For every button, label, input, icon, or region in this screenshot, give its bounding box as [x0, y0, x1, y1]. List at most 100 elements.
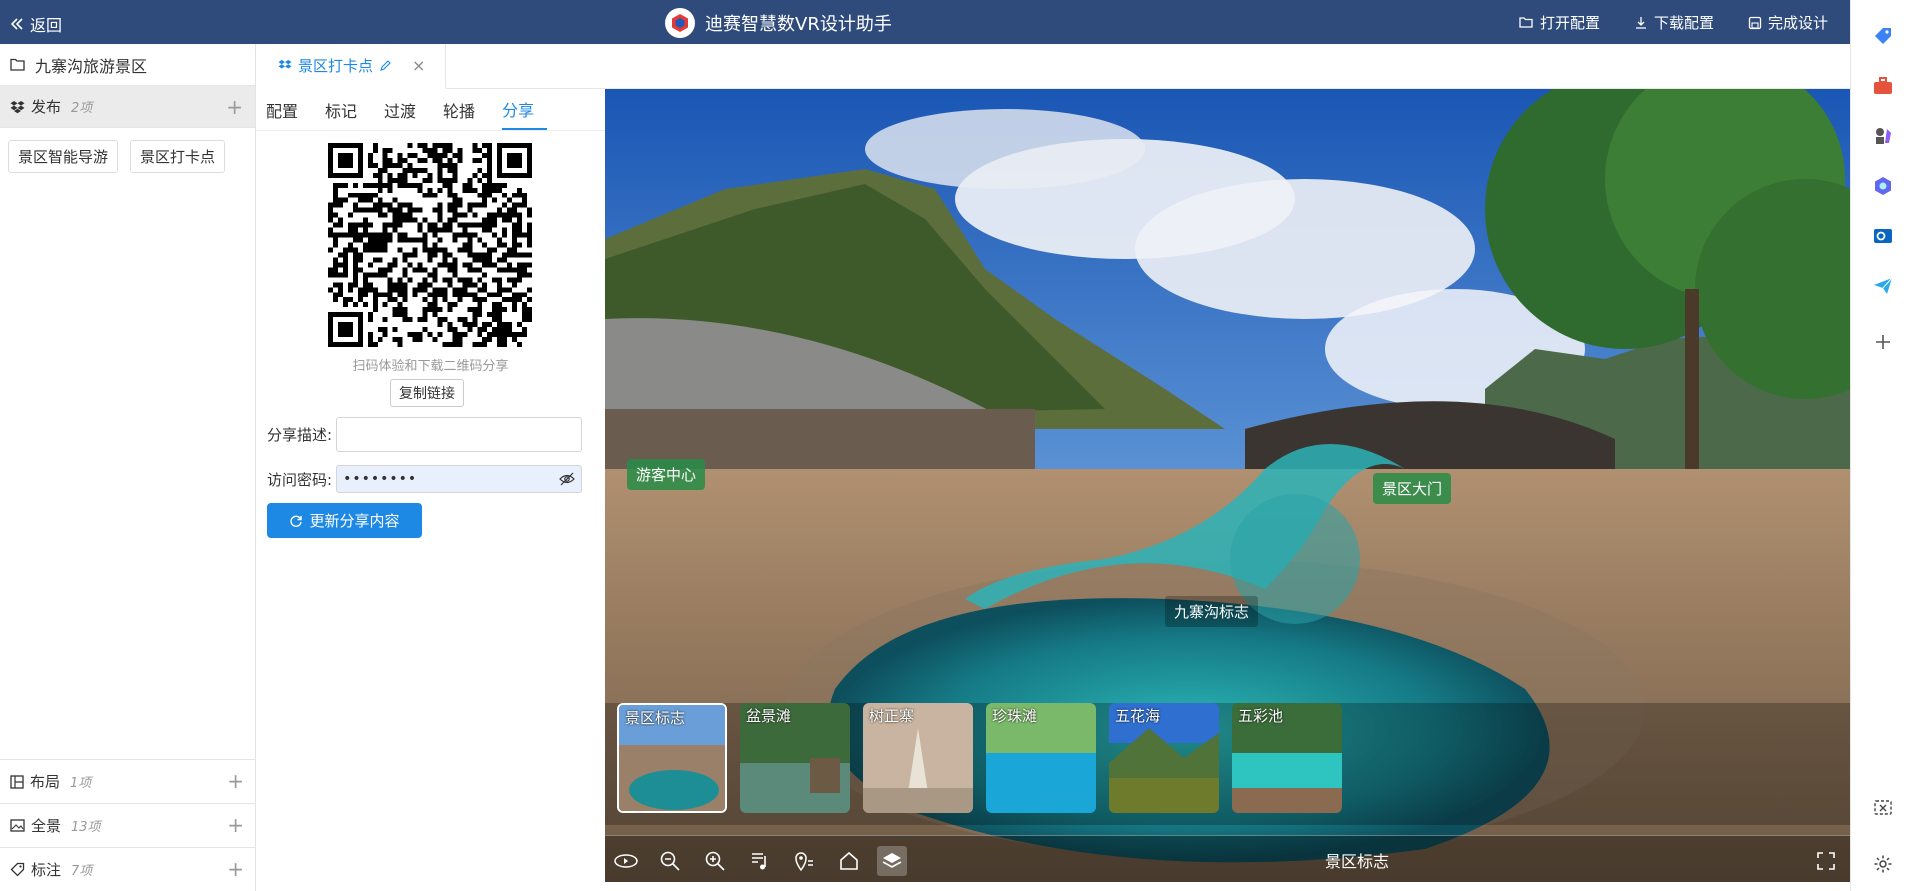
project-header[interactable]: 九寨沟旅游景区 [0, 44, 255, 86]
app-logo [665, 8, 695, 38]
finish-design-button[interactable]: 完成设计 [1748, 12, 1828, 33]
section-publish-label: 发布 [31, 98, 62, 116]
scene-thumbnail[interactable]: 景区标志 [617, 703, 727, 813]
double-chevron-left-icon [10, 18, 23, 30]
finish-design-label: 完成设计 [1767, 14, 1828, 32]
tab-config[interactable]: 配置 [266, 89, 311, 130]
app-title: 迪赛智慧数VR设计助手 [705, 14, 892, 35]
tab-mark[interactable]: 标记 [325, 89, 370, 130]
section-marker-label: 标注 [31, 861, 62, 879]
section-panorama-count: 13项 [71, 820, 101, 835]
scene-thumbnail[interactable]: 珍珠滩 [986, 703, 1096, 813]
image-icon [10, 819, 25, 832]
panel-tabs: 配置 标记 过渡 轮播 分享 [256, 89, 605, 131]
publish-item[interactable]: 景区智能导游 [8, 140, 119, 173]
scene-thumbnail[interactable]: 五彩池 [1232, 703, 1342, 813]
folder-icon [10, 58, 25, 71]
project-name: 九寨沟旅游景区 [35, 56, 148, 76]
scene-thumbnail[interactable]: 盆景滩 [740, 703, 850, 813]
edit-icon[interactable] [379, 59, 392, 72]
share-qr-code [328, 143, 532, 347]
music-list-icon[interactable] [745, 846, 775, 876]
location-list-icon[interactable] [789, 846, 819, 876]
layers-icon[interactable] [877, 846, 907, 876]
hotspot-jiuzhaigou-logo[interactable]: 九寨沟标志 [1165, 596, 1259, 627]
copilot-icon[interactable] [1871, 174, 1895, 198]
refresh-icon [290, 515, 303, 527]
project-sidebar: 九寨沟旅游景区 发布 2项 + 景区智能导游 景区打卡点 布局 1项 + 全景 … [0, 44, 256, 891]
screenshot-icon[interactable] [1871, 796, 1895, 820]
layout-icon [10, 774, 24, 789]
section-marker[interactable]: 标注 7项 + [0, 847, 256, 891]
viewer-toolbar: 景区标志 [605, 835, 1850, 882]
zoom-out-icon[interactable] [655, 846, 685, 876]
dropbox-icon [10, 100, 25, 113]
home-icon[interactable] [834, 846, 864, 876]
section-publish-count: 2项 [71, 101, 93, 116]
section-publish[interactable]: 发布 2项 + [0, 86, 255, 128]
close-tab-icon[interactable]: × [412, 56, 425, 75]
top-bar: 返回 迪赛智慧数VR设计助手 打开配置 下载配置 完成设计 [0, 0, 1850, 44]
tab-carousel[interactable]: 轮播 [443, 89, 488, 130]
section-layout[interactable]: 布局 1项 + [0, 759, 256, 803]
section-layout-label: 布局 [30, 773, 61, 791]
settings-icon[interactable] [1871, 852, 1895, 876]
share-desc-label: 分享描述: [267, 426, 333, 444]
publish-item[interactable]: 景区打卡点 [130, 140, 226, 173]
toolbox-icon[interactable] [1871, 74, 1895, 98]
share-desc-row: 分享描述: [267, 417, 583, 452]
section-panorama[interactable]: 全景 13项 + [0, 803, 256, 847]
send-icon[interactable] [1871, 274, 1895, 298]
share-desc-input[interactable] [336, 417, 583, 452]
download-icon [1635, 16, 1646, 29]
document-tab-label: 景区打卡点 [298, 57, 374, 75]
eye-off-icon[interactable] [559, 472, 575, 486]
open-config-label: 打开配置 [1539, 14, 1600, 32]
password-value: •••••••• [343, 471, 418, 487]
hotspot-visitor-center[interactable]: 游客中心 [627, 459, 706, 490]
download-config-label: 下载配置 [1653, 14, 1714, 32]
copy-link-button[interactable]: 复制链接 [390, 379, 464, 407]
scene-thumbnail-strip: 景区标志 盆景滩 树正寨 珍珠滩 五花海 五彩池 [605, 703, 1850, 825]
back-label: 返回 [30, 16, 63, 35]
section-panorama-label: 全景 [31, 817, 62, 835]
document-tab[interactable]: 景区打卡点 × [256, 44, 446, 89]
section-layout-count: 1项 [70, 776, 92, 791]
add-marker-button[interactable]: + [227, 857, 244, 881]
scene-thumbnail[interactable]: 五花海 [1109, 703, 1219, 813]
auto-rotate-icon[interactable] [611, 846, 641, 876]
password-input[interactable]: •••••••• [336, 465, 583, 493]
chess-icon[interactable] [1871, 124, 1895, 148]
folder-open-icon [1519, 17, 1533, 28]
right-side-bar [1850, 0, 1914, 891]
save-icon [1748, 16, 1762, 29]
add-layout-button[interactable]: + [227, 769, 244, 793]
section-marker-count: 7项 [71, 864, 93, 879]
download-config-button[interactable]: 下载配置 [1634, 12, 1714, 33]
panorama-viewer[interactable]: 游客中心 景区大门 九寨沟标志 景区标志 盆景滩 树正寨 珍珠滩 五花海 五彩池 [605, 89, 1850, 882]
current-scene-name: 景区标志 [1325, 852, 1390, 871]
scene-thumbnail[interactable]: 树正寨 [863, 703, 973, 813]
password-row: 访问密码: •••••••• [267, 465, 583, 493]
dropbox-icon [278, 59, 292, 69]
add-publish-button[interactable]: + [226, 95, 243, 119]
document-tab-strip: 景区打卡点 × [256, 44, 1850, 89]
hotspot-scenic-gate[interactable]: 景区大门 [1373, 473, 1452, 504]
add-panorama-button[interactable]: + [227, 813, 244, 837]
app-title-group: 迪赛智慧数VR设计助手 [665, 8, 892, 38]
back-button[interactable]: 返回 [10, 12, 62, 36]
outlook-icon[interactable] [1871, 224, 1895, 248]
zoom-in-icon[interactable] [700, 846, 730, 876]
tag-icon[interactable] [1871, 24, 1895, 48]
qr-caption: 扫码体验和下载二维码分享 [352, 359, 509, 374]
password-label: 访问密码: [267, 470, 333, 489]
publish-items: 景区智能导游 景区打卡点 [0, 128, 255, 185]
add-icon[interactable] [1871, 330, 1895, 354]
update-share-label: 更新分享内容 [309, 512, 400, 530]
tab-transition[interactable]: 过渡 [384, 89, 429, 130]
fullscreen-icon[interactable] [1811, 846, 1841, 876]
tab-share[interactable]: 分享 [502, 89, 548, 130]
tag-outline-icon [10, 862, 25, 877]
update-share-button[interactable]: 更新分享内容 [267, 503, 422, 538]
open-config-button[interactable]: 打开配置 [1519, 12, 1600, 33]
